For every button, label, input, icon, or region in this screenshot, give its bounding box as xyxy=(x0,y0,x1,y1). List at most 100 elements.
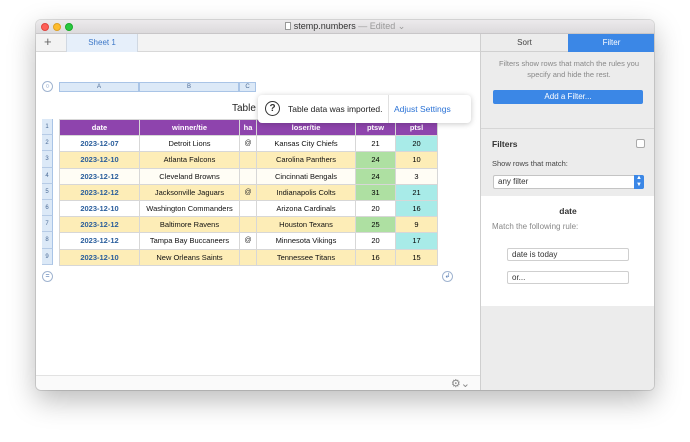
cell-ptsl[interactable]: 3 xyxy=(395,167,438,185)
table-row: 2023-12-12 Cleveland Browns Cincinnati Ben… xyxy=(59,167,438,185)
rule-field-or[interactable]: or... xyxy=(507,271,629,284)
tab-filter[interactable]: Filter xyxy=(568,34,654,52)
cell-date[interactable]: 2023-12-12 xyxy=(59,167,140,185)
column-ref-a[interactable]: A xyxy=(59,82,139,92)
cell-loser[interactable]: Indianapolis Colts xyxy=(256,183,356,201)
adjust-settings-button[interactable]: Adjust Settings xyxy=(394,104,451,114)
row-number[interactable]: 2 xyxy=(42,135,53,152)
organize-sidebar: Sort Filter Filters show rows that match… xyxy=(480,34,654,390)
cell-ptsl[interactable]: 15 xyxy=(395,248,438,266)
sheet-canvas: ○ A B C Table 1 1 2 3 4 5 6 7 8 9 date w… xyxy=(36,53,480,375)
row-number[interactable]: 3 xyxy=(42,151,53,168)
cell-date[interactable]: 2023-12-10 xyxy=(59,151,140,169)
column-ref-b[interactable]: B xyxy=(139,82,239,92)
cell-ptsl[interactable]: 9 xyxy=(395,216,438,234)
cell-ptsw[interactable]: 24 xyxy=(355,151,396,169)
add-sheet-button[interactable]: + xyxy=(44,35,52,49)
row-number[interactable]: 7 xyxy=(42,216,53,233)
cell-ptsl[interactable]: 20 xyxy=(395,135,438,153)
sort-filter-segmented-control: Sort Filter xyxy=(481,34,654,52)
cell-ptsl[interactable]: 16 xyxy=(395,199,438,218)
filters-enable-checkbox[interactable] xyxy=(636,139,645,148)
gear-icon[interactable]: ⚙⌄ xyxy=(451,377,470,390)
cell-winner[interactable]: Tampa Bay Buccaneers xyxy=(139,232,240,250)
cell-date[interactable]: 2023-12-12 xyxy=(59,216,140,234)
cell-winner[interactable]: Baltimore Ravens xyxy=(139,216,240,234)
filter-rule-card: date Match the following rule: date is t… xyxy=(481,196,654,306)
add-row-handle[interactable]: = xyxy=(42,271,53,282)
cell-loser[interactable]: Carolina Panthers xyxy=(256,151,356,169)
cell-date[interactable]: 2023-12-10 xyxy=(59,248,140,266)
table-row: 2023-12-07 Detroit Lions @ Kansas City Chie… xyxy=(59,135,438,153)
cell-loser[interactable]: Kansas City Chiefs xyxy=(256,135,356,153)
cell-date[interactable]: 2023-12-10 xyxy=(59,199,140,218)
row-number-column: 1 2 3 4 5 6 7 8 9 xyxy=(42,119,53,265)
cell-loser[interactable]: Arizona Cardinals xyxy=(256,199,356,218)
table-resize-handle[interactable]: ↲ xyxy=(442,271,453,282)
row-number[interactable]: 4 xyxy=(42,167,53,184)
document-icon xyxy=(284,22,291,30)
cell-loser[interactable]: Houston Texans xyxy=(256,216,356,234)
cell-loser[interactable]: Minnesota Vikings xyxy=(256,232,356,250)
cell-ptsl[interactable]: 10 xyxy=(395,151,438,169)
cell-date[interactable]: 2023-12-12 xyxy=(59,232,140,250)
cell-winner[interactable]: Atlanta Falcons xyxy=(139,151,240,169)
table-row: 2023-12-10 Atlanta Falcons Carolina Panthe… xyxy=(59,151,438,169)
column-ref-c[interactable]: C xyxy=(239,82,256,92)
header-cell-winner[interactable]: winner/tie xyxy=(139,118,240,137)
cell-ptsw[interactable]: 20 xyxy=(355,199,396,218)
show-rows-select[interactable]: any filter ▲ ▼ xyxy=(493,175,644,189)
cell-ha[interactable]: @ xyxy=(239,183,257,201)
window-title-text: stemp.numbers xyxy=(293,21,356,31)
cell-winner[interactable]: Cleveland Browns xyxy=(139,167,240,185)
cell-winner[interactable]: New Orleans Saints xyxy=(139,248,240,266)
row-number[interactable]: 6 xyxy=(42,199,53,217)
match-rule-label: Match the following rule: xyxy=(492,222,579,231)
cell-loser[interactable]: Cincinnati Bengals xyxy=(256,167,356,185)
tab-sheet-1[interactable]: Sheet 1 xyxy=(66,34,138,52)
rule-column-name: date xyxy=(559,206,577,216)
table-row: 2023-12-12 Jacksonville Jaguars @ Indianapo… xyxy=(59,183,438,201)
cell-ha[interactable]: @ xyxy=(239,232,257,250)
header-cell-ha[interactable]: ha xyxy=(239,118,257,137)
question-icon[interactable]: ? xyxy=(265,101,280,116)
cell-date[interactable]: 2023-12-07 xyxy=(59,135,140,153)
cell-ptsl[interactable]: 21 xyxy=(395,183,438,201)
cell-ptsw[interactable]: 31 xyxy=(355,183,396,201)
header-cell-date[interactable]: date xyxy=(59,118,140,137)
edited-status[interactable]: — Edited ⌄ xyxy=(358,21,405,31)
row-number[interactable]: 5 xyxy=(42,183,53,200)
cell-ptsw[interactable]: 25 xyxy=(355,216,396,234)
cell-winner[interactable]: Jacksonville Jaguars xyxy=(139,183,240,201)
filter-hint: Filters show rows that match the rules y… xyxy=(498,59,640,79)
cell-date[interactable]: 2023-12-12 xyxy=(59,183,140,201)
divider xyxy=(481,128,654,129)
cell-ha[interactable] xyxy=(239,167,257,185)
row-number[interactable]: 8 xyxy=(42,232,53,249)
cell-ha[interactable] xyxy=(239,216,257,234)
show-rows-value: any filter xyxy=(498,177,529,186)
cell-ha[interactable] xyxy=(239,151,257,169)
cell-ptsw[interactable]: 24 xyxy=(355,167,396,185)
table-row: 2023-12-12 Tampa Bay Buccaneers @ Minnesota… xyxy=(59,232,438,250)
cell-ha[interactable] xyxy=(239,199,257,218)
row-number[interactable]: 9 xyxy=(42,248,53,265)
cell-winner[interactable]: Washington Commanders xyxy=(139,199,240,218)
cell-winner[interactable]: Detroit Lions xyxy=(139,135,240,153)
cell-loser[interactable]: Tennessee Titans xyxy=(256,248,356,266)
cell-ptsw[interactable]: 21 xyxy=(355,135,396,153)
tab-sort[interactable]: Sort xyxy=(481,34,568,52)
rule-field-1[interactable]: date is today xyxy=(507,248,629,261)
row-number[interactable]: 1 xyxy=(42,119,53,136)
notice-divider xyxy=(388,95,389,123)
filters-label: Filters xyxy=(492,139,518,149)
cell-ptsl[interactable]: 17 xyxy=(395,232,438,250)
cell-ha[interactable] xyxy=(239,248,257,266)
cell-ha[interactable]: @ xyxy=(239,135,257,153)
cell-ptsw[interactable]: 20 xyxy=(355,232,396,250)
add-filter-button[interactable]: Add a Filter... xyxy=(493,90,643,104)
table-select-handle[interactable]: ○ xyxy=(42,81,53,92)
cell-ptsw[interactable]: 16 xyxy=(355,248,396,266)
import-notice: ? Table data was imported. Adjust Settin… xyxy=(258,95,471,123)
table-row: 2023-12-10 New Orleans Saints Tennessee Ti… xyxy=(59,248,438,266)
